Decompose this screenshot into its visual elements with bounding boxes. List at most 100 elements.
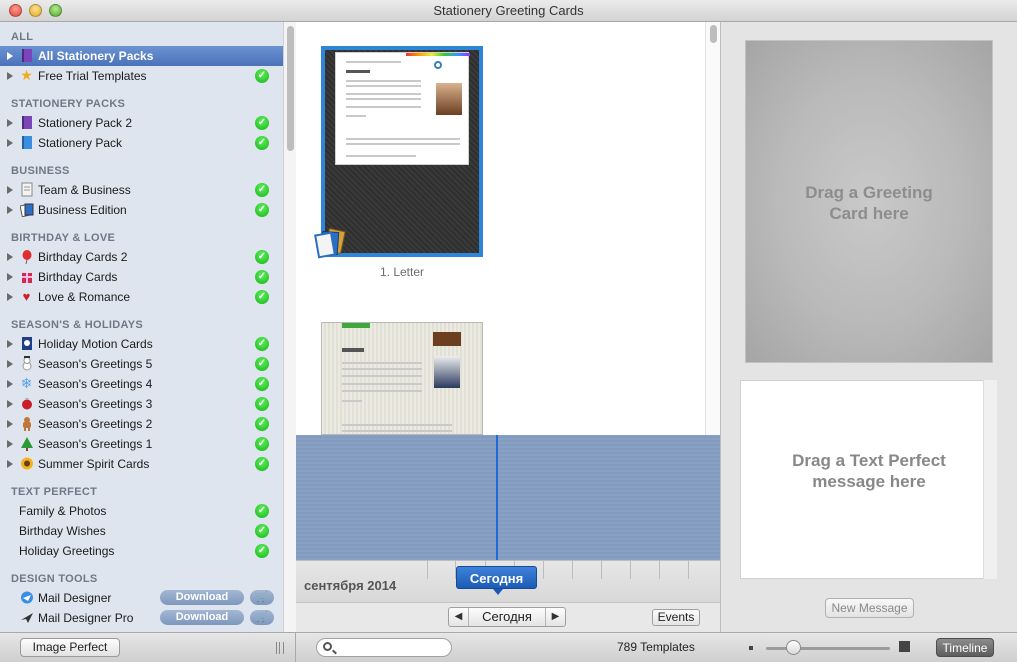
image-perfect-button[interactable]: Image Perfect	[20, 638, 120, 657]
disclosure-triangle-icon[interactable]	[7, 420, 13, 428]
sidebar-item-seasons-greetings-3[interactable]: Season's Greetings 3 ✓	[0, 394, 283, 414]
download-button[interactable]: Download	[160, 610, 244, 625]
disclosure-triangle-icon[interactable]	[7, 440, 13, 448]
section-header-seasons-holidays: SEASON'S & HOLIDAYS	[11, 319, 143, 331]
download-button[interactable]: Download	[160, 590, 244, 605]
sidebar-item-stationery-pack-2[interactable]: Stationery Pack 2 ✓	[0, 113, 283, 133]
today-button[interactable]: Сегодня	[469, 609, 545, 624]
bottom-toolbar: Image Perfect 789 Templates Timeline	[0, 632, 1017, 662]
sidebar-item-birthday-wishes[interactable]: Birthday Wishes ✓	[0, 521, 283, 541]
sidebar-item-family-photos[interactable]: Family & Photos ✓	[0, 501, 283, 521]
disclosure-triangle-icon[interactable]	[7, 253, 13, 261]
drop-card-hint-line: Card here	[829, 204, 909, 223]
sidebar-item-label: Love & Romance	[38, 290, 131, 304]
disclosure-triangle-icon[interactable]	[7, 186, 13, 194]
sidebar-item-label: Mail Designer Pro	[38, 611, 134, 625]
disclosure-triangle-icon[interactable]	[7, 72, 13, 80]
sidebar-item-love-romance[interactable]: ♥ Love & Romance ✓	[0, 287, 283, 307]
disclosure-triangle-icon[interactable]	[7, 380, 13, 388]
disclosure-triangle-icon[interactable]	[7, 206, 13, 214]
drop-card-hint: Drag a Greeting Card here	[745, 182, 993, 224]
sidebar-item-mail-designer-pro[interactable]: Mail Designer Pro Download 🛒	[0, 608, 283, 628]
section-header-all: ALL	[11, 31, 34, 43]
disclosure-triangle-icon[interactable]	[7, 52, 13, 60]
sidebar-item-label: Business Edition	[38, 203, 127, 217]
events-button[interactable]: Events	[652, 609, 700, 626]
sidebar-item-seasons-greetings-2[interactable]: Season's Greetings 2 ✓	[0, 414, 283, 434]
tree-icon	[19, 436, 34, 451]
purple-book-icon	[19, 48, 34, 63]
installed-check-icon: ✓	[255, 203, 269, 217]
section-header-design-tools: DESIGN TOOLS	[11, 573, 98, 585]
motion-icon	[19, 336, 34, 351]
scrollbar-thumb[interactable]	[710, 25, 717, 43]
template-thumbnail-2[interactable]	[321, 322, 483, 435]
cart-icon[interactable]: 🛒	[250, 590, 274, 605]
disclosure-triangle-icon[interactable]	[7, 139, 13, 147]
search-input[interactable]	[316, 638, 452, 657]
document-icon	[19, 182, 34, 197]
installed-check-icon: ✓	[255, 116, 269, 130]
letter-preview	[335, 52, 470, 165]
mail-designer-icon	[19, 590, 34, 605]
sidebar-item-summer-spirit-cards[interactable]: Summer Spirit Cards ✓	[0, 454, 283, 474]
sidebar-item-seasons-greetings-1[interactable]: Season's Greetings 1 ✓	[0, 434, 283, 454]
sidebar-item-mail-designer[interactable]: Mail Designer Download 🛒	[0, 588, 283, 608]
installed-check-icon: ✓	[255, 290, 269, 304]
template-caption: 1. Letter	[379, 265, 425, 279]
section-header-stationery-packs: STATIONERY PACKS	[11, 98, 126, 110]
heart-icon: ♥	[22, 289, 31, 304]
new-message-button[interactable]: New Message	[825, 598, 914, 618]
sidebar-item-birthday-cards[interactable]: Birthday Cards ✓	[0, 267, 283, 287]
disclosure-triangle-icon[interactable]	[7, 400, 13, 408]
zoom-out-icon[interactable]	[749, 646, 753, 650]
gallery-scrollbar[interactable]	[705, 22, 720, 435]
sidebar-item-label: Season's Greetings 2	[38, 417, 153, 431]
timeline-area[interactable]	[296, 435, 720, 560]
sidebar-item-all-stationery-packs[interactable]: All Stationery Packs	[0, 46, 283, 66]
scrollbar-thumb[interactable]	[287, 26, 294, 151]
disclosure-triangle-icon[interactable]	[7, 460, 13, 468]
installed-check-icon: ✓	[255, 357, 269, 371]
sidebar-resize-grip-icon[interactable]	[276, 642, 284, 654]
timeline-toggle-button[interactable]: Timeline	[936, 638, 994, 657]
sidebar-item-label: Team & Business	[38, 183, 131, 197]
sidebar-item-free-trial-templates[interactable]: ★ Free Trial Templates ✓	[0, 66, 283, 86]
sidebar-scrollbar[interactable]	[283, 22, 296, 632]
sidebar-item-team-business[interactable]: Team & Business ✓	[0, 180, 283, 200]
next-arrow-icon[interactable]: ▶	[545, 608, 565, 626]
disclosure-triangle-icon[interactable]	[7, 360, 13, 368]
template-count: 789 Templates	[617, 640, 695, 654]
purple-book-icon	[19, 115, 34, 130]
zoom-slider[interactable]	[766, 647, 890, 650]
sidebar-item-birthday-cards-2[interactable]: Birthday Cards 2 ✓	[0, 247, 283, 267]
sidebar-item-seasons-greetings-5[interactable]: Season's Greetings 5 ✓	[0, 354, 283, 374]
drop-card-hint-line: Drag a Greeting	[805, 183, 933, 202]
sidebar-item-stationery-pack[interactable]: Stationery Pack ✓	[0, 133, 283, 153]
disclosure-triangle-icon[interactable]	[7, 273, 13, 281]
window-title: Stationery Greeting Cards	[433, 3, 584, 18]
installed-check-icon: ✓	[255, 397, 269, 411]
stationery-pack-badge-icon	[313, 226, 349, 260]
sidebar-item-business-edition[interactable]: Business Edition ✓	[0, 200, 283, 220]
sidebar-item-label: Summer Spirit Cards	[38, 457, 150, 471]
sidebar-item-label: Season's Greetings 1	[38, 437, 153, 451]
section-header-text-perfect: TEXT PERFECT	[11, 486, 98, 498]
section-header-business: BUSINESS	[11, 165, 70, 177]
installed-check-icon: ✓	[255, 437, 269, 451]
sidebar-item-holiday-motion-cards[interactable]: Holiday Motion Cards ✓	[0, 334, 283, 354]
letter-preview	[336, 328, 466, 436]
zoom-slider-knob[interactable]	[785, 640, 801, 655]
sunflower-icon	[19, 456, 34, 471]
sidebar-item-seasons-greetings-4[interactable]: ❄ Season's Greetings 4 ✓	[0, 374, 283, 394]
sidebar-item-label: Birthday Wishes	[19, 524, 106, 538]
disclosure-triangle-icon[interactable]	[7, 119, 13, 127]
sidebar-item-holiday-greetings[interactable]: Holiday Greetings ✓	[0, 541, 283, 561]
zoom-in-icon[interactable]	[899, 641, 910, 652]
ornament-icon	[19, 396, 34, 411]
today-tag[interactable]: Сегодня	[456, 566, 537, 595]
disclosure-triangle-icon[interactable]	[7, 293, 13, 301]
previous-arrow-icon[interactable]: ◀	[449, 608, 469, 626]
cart-icon[interactable]: 🛒	[250, 610, 274, 625]
disclosure-triangle-icon[interactable]	[7, 340, 13, 348]
